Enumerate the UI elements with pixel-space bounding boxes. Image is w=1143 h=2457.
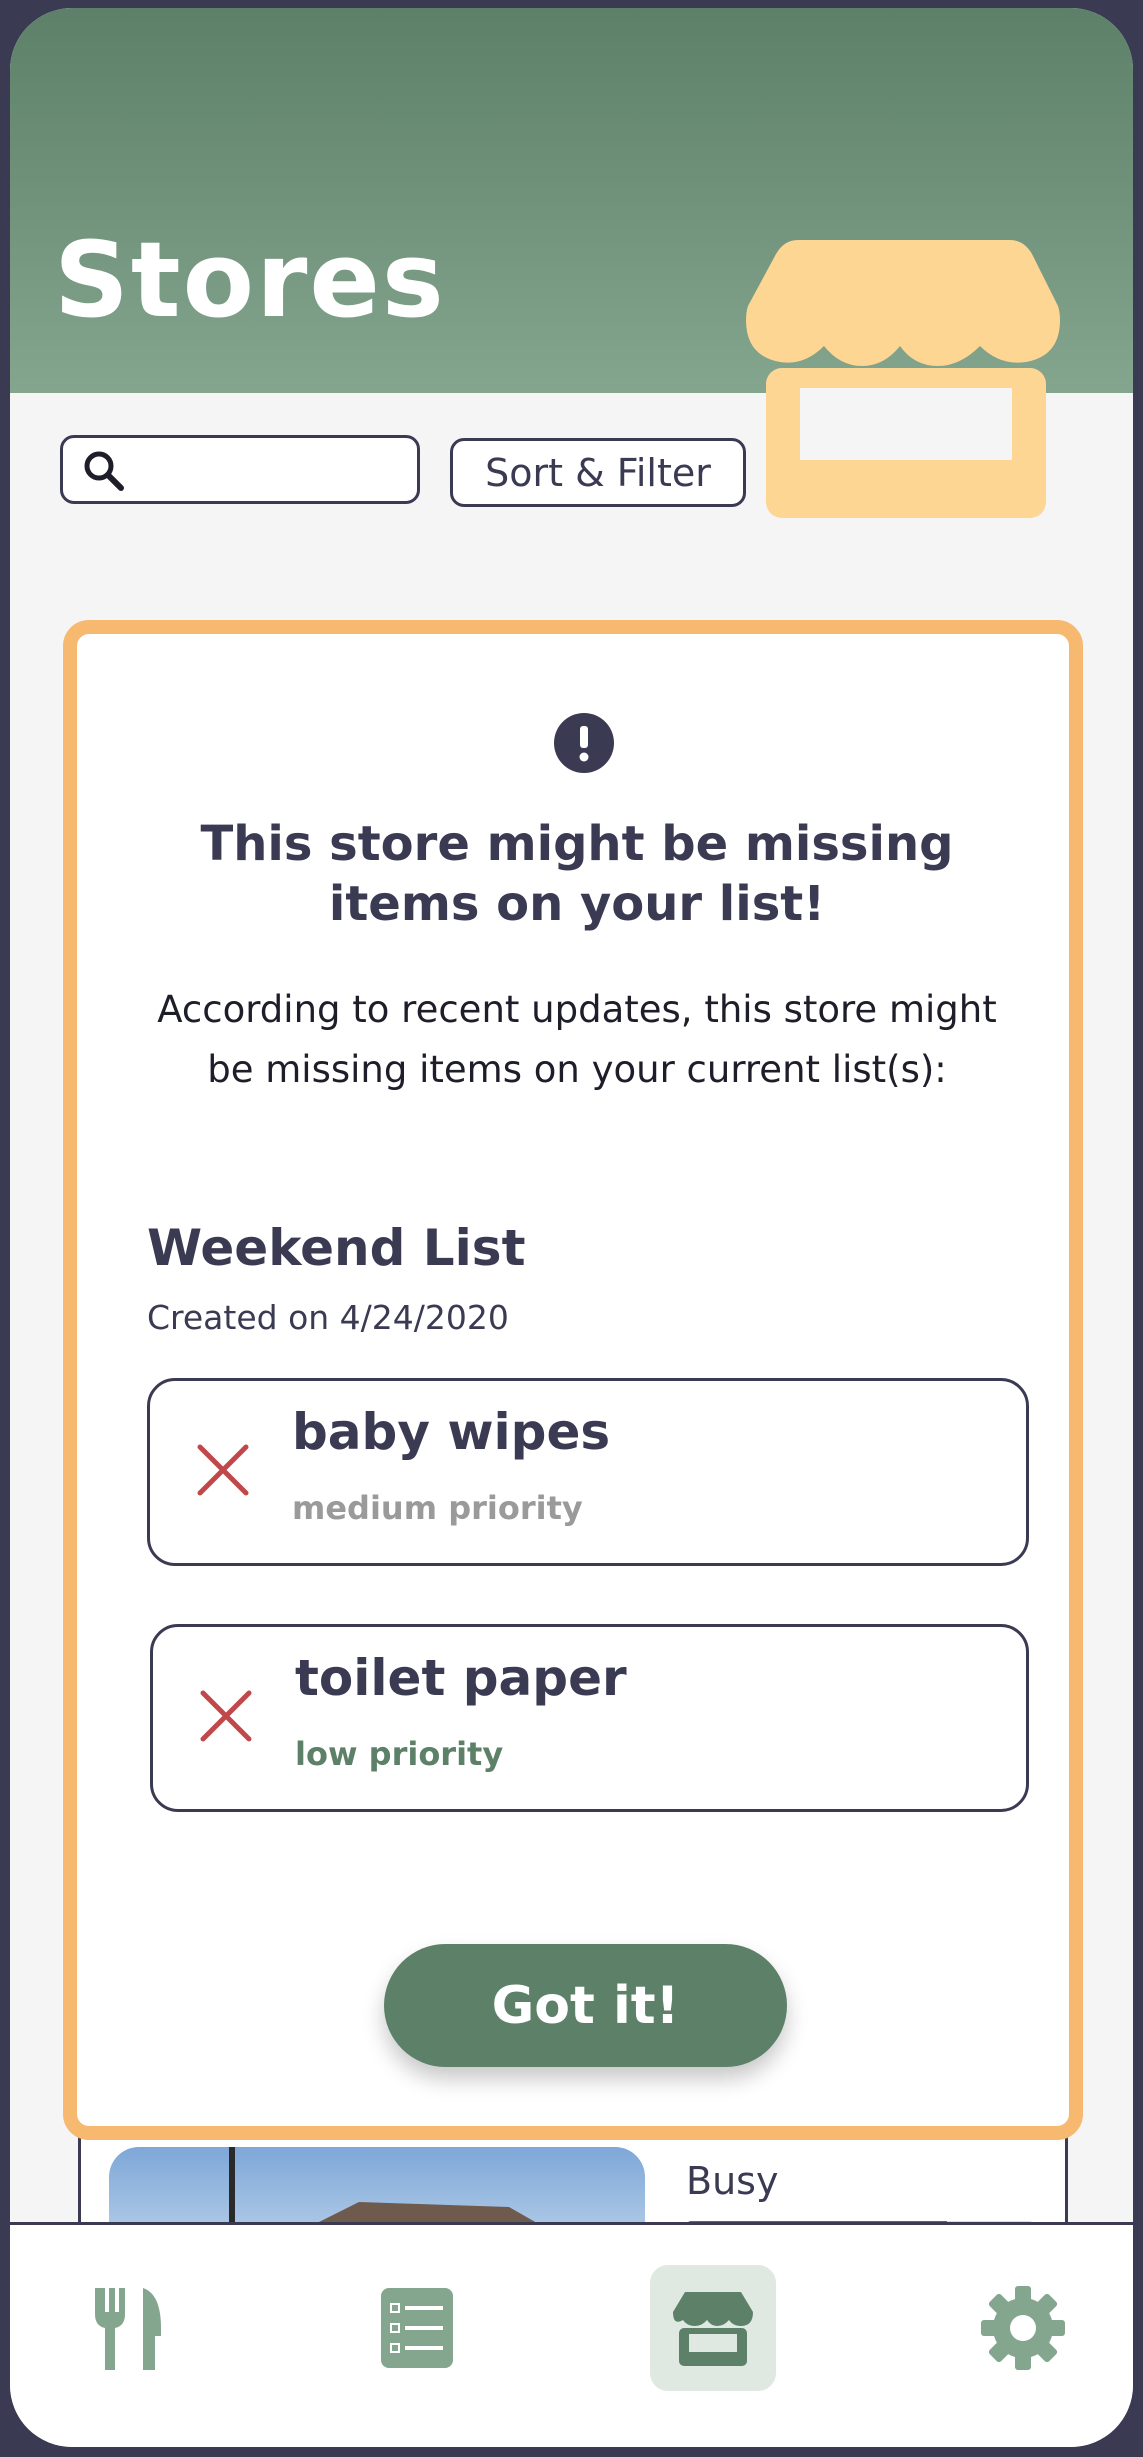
got-it-button[interactable]: Got it! bbox=[384, 1944, 787, 2067]
list-name: Weekend List bbox=[147, 1219, 526, 1277]
list-item: baby wipes medium priority bbox=[147, 1378, 1029, 1566]
search-input[interactable] bbox=[135, 444, 405, 494]
list-item: toilet paper low priority bbox=[150, 1624, 1029, 1812]
close-icon bbox=[197, 1444, 249, 1496]
close-icon bbox=[200, 1690, 252, 1742]
search-icon bbox=[84, 451, 124, 491]
nav-item-meals[interactable] bbox=[64, 2265, 190, 2391]
search-box[interactable] bbox=[60, 435, 420, 504]
dialog-title: This store might be missing items on you… bbox=[200, 816, 954, 932]
sort-filter-button[interactable]: Sort & Filter bbox=[450, 438, 746, 507]
item-priority: low priority bbox=[295, 1735, 504, 1773]
phone-frame: Stores Sort & Filter Busy This store mig… bbox=[0, 0, 1143, 2457]
gear-icon bbox=[981, 2286, 1065, 2370]
item-name: baby wipes bbox=[292, 1403, 611, 1461]
list-icon bbox=[381, 2288, 453, 2368]
alert-icon bbox=[554, 713, 614, 773]
missing-items-dialog: This store might be missing items on you… bbox=[63, 620, 1083, 2140]
store-illustration-icon bbox=[746, 240, 1060, 518]
bottom-nav bbox=[10, 2222, 1133, 2447]
app-screen: Stores Sort & Filter Busy This store mig… bbox=[10, 8, 1133, 2447]
busy-label: Busy bbox=[686, 2159, 779, 2203]
dialog-description: According to recent updates, this store … bbox=[157, 988, 997, 1091]
nav-item-settings[interactable] bbox=[960, 2265, 1086, 2391]
item-name: toilet paper bbox=[295, 1649, 627, 1707]
nav-item-lists[interactable] bbox=[354, 2265, 480, 2391]
page-title: Stores bbox=[54, 219, 446, 341]
nav-item-stores[interactable] bbox=[650, 2265, 776, 2391]
item-priority: medium priority bbox=[292, 1489, 583, 1527]
store-icon bbox=[673, 2292, 753, 2366]
utensils-icon bbox=[95, 2288, 161, 2370]
list-created-date: Created on 4/24/2020 bbox=[147, 1298, 509, 1337]
